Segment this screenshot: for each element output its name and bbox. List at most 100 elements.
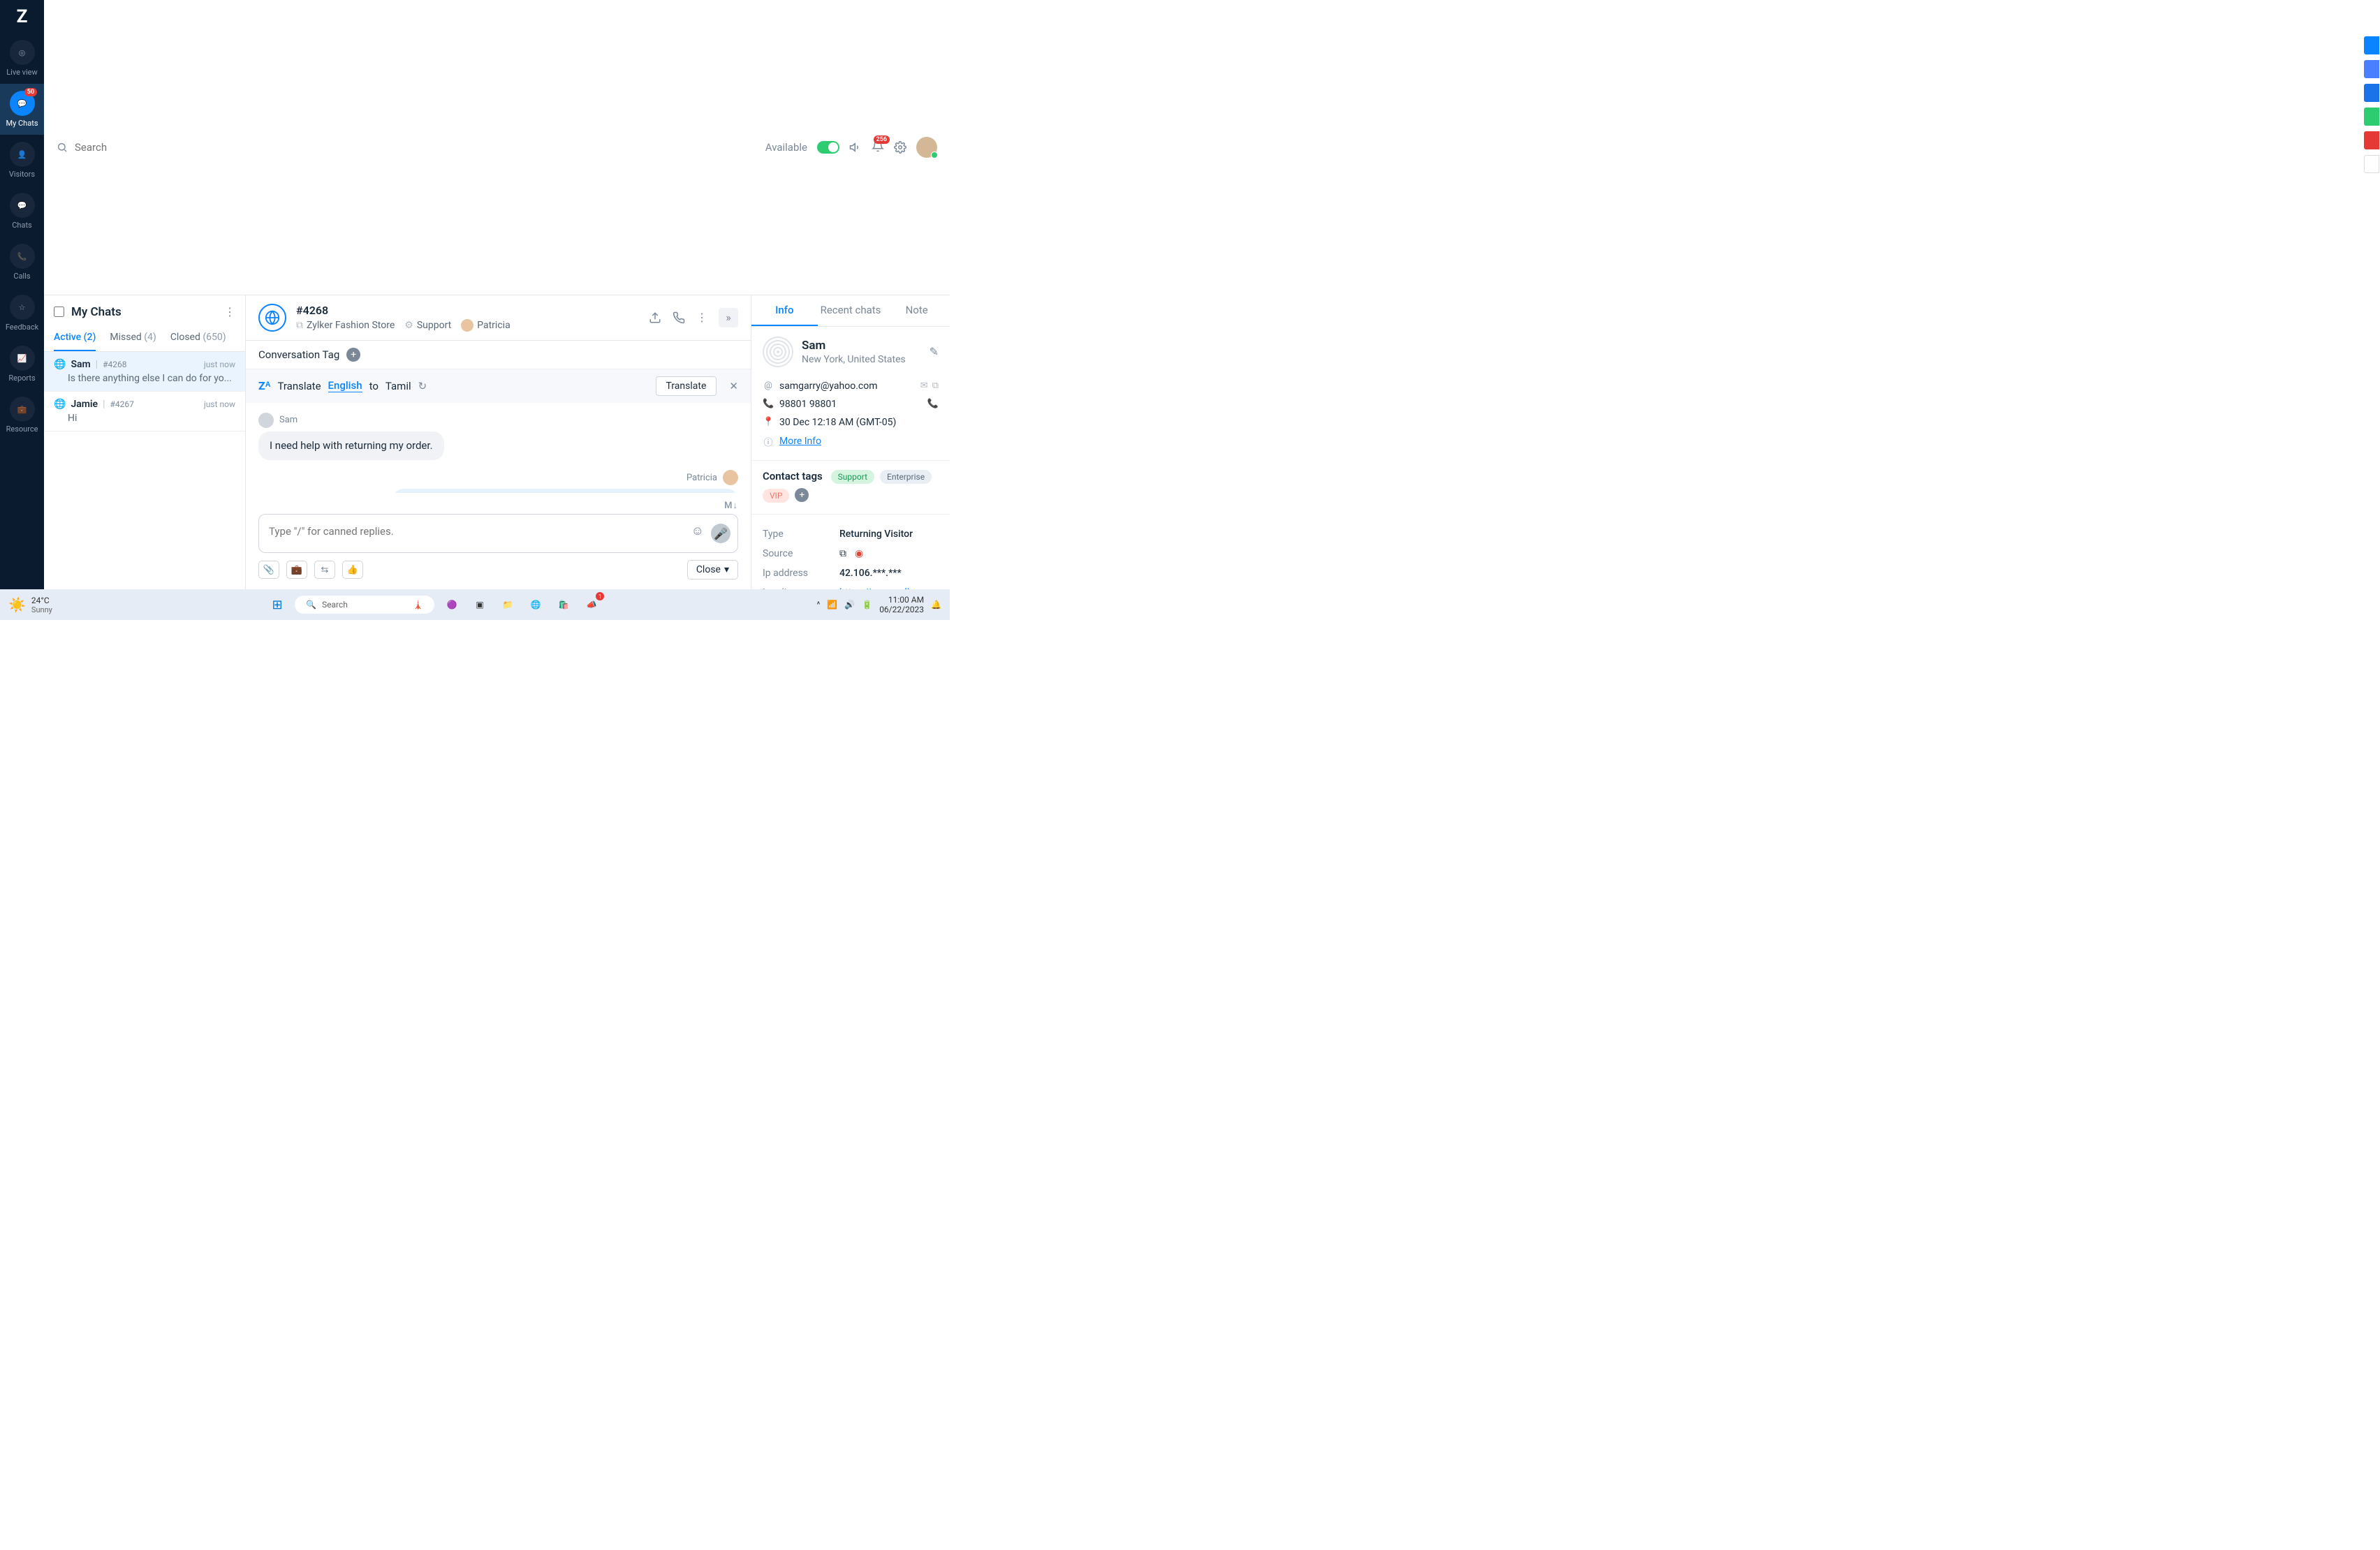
department-name: Support: [417, 320, 451, 331]
rail-apps-icon[interactable]: [2364, 155, 2379, 173]
left-sidebar: Z ◎ Live view 50 💬 My Chats 👤 Visitors 💬…: [0, 0, 44, 589]
user-avatar[interactable]: [916, 137, 937, 158]
sidebar-item-calls[interactable]: 📞 Calls: [0, 237, 44, 288]
clock-date: 06/22/2023: [879, 605, 924, 614]
tab-closed[interactable]: Closed (650): [170, 326, 226, 351]
file-explorer-icon[interactable]: 📁: [497, 594, 518, 615]
sidebar-label: Chats: [12, 221, 31, 230]
chat-preview: Hi: [68, 413, 235, 424]
thumbs-button[interactable]: 👍: [342, 561, 363, 579]
rail-app-2[interactable]: [2364, 84, 2379, 102]
tab-active[interactable]: Active (2): [54, 326, 96, 351]
message-input[interactable]: [269, 525, 703, 538]
chat-item[interactable]: 🌐 Jamie | #4267 just now Hi: [44, 392, 245, 431]
rail-app-1[interactable]: [2364, 60, 2379, 78]
sidebar-label: Live view: [6, 68, 38, 77]
tab-missed[interactable]: Missed (4): [110, 326, 156, 351]
translate-from[interactable]: English: [328, 379, 362, 392]
wifi-icon[interactable]: 📶: [827, 600, 837, 610]
copilot-icon[interactable]: 🟣: [441, 594, 462, 615]
refresh-icon[interactable]: ↻: [418, 380, 427, 392]
star-icon: ☆: [19, 303, 26, 312]
info-icon: ⓘ: [763, 435, 774, 448]
emoji-icon[interactable]: ☺: [691, 524, 704, 543]
tab-recent-chats[interactable]: Recent chats: [818, 295, 884, 326]
app-icon[interactable]: 📣1: [581, 594, 602, 615]
edge-icon[interactable]: 🌐: [525, 594, 546, 615]
markdown-indicator[interactable]: M↓: [258, 500, 738, 511]
contact-tags-label: Contact tags: [763, 470, 823, 482]
more-icon[interactable]: ⋮: [224, 305, 235, 318]
tag-support[interactable]: Support: [831, 470, 874, 484]
close-chat-button[interactable]: Close ▾: [687, 560, 738, 580]
chat-list-panel: My Chats ⋮ Active (2) Missed (4) Closed …: [44, 295, 246, 590]
sidebar-label: Visitors: [9, 170, 35, 179]
translate-to[interactable]: Tamil: [385, 380, 411, 392]
message-composer[interactable]: ☺ 🎤: [258, 514, 738, 553]
task-view-icon[interactable]: ▣: [469, 594, 490, 615]
call-icon[interactable]: 📞: [927, 399, 939, 409]
add-tag-button[interactable]: +: [346, 348, 360, 362]
rail-pulse-icon[interactable]: [2364, 36, 2379, 54]
sidebar-item-feedback[interactable]: ☆ Feedback: [0, 288, 44, 339]
search-input[interactable]: [75, 141, 284, 154]
tab-note[interactable]: Note: [883, 295, 950, 326]
tag-vip[interactable]: VIP: [763, 489, 789, 503]
chat-icon: 💬: [17, 99, 27, 108]
collapse-panel-button[interactable]: »: [719, 308, 738, 327]
transfer-button[interactable]: ⇆: [314, 561, 335, 579]
volume-tray-icon[interactable]: 🔊: [844, 600, 855, 610]
tag-enterprise[interactable]: Enterprise: [880, 470, 932, 484]
windows-start-button[interactable]: ⊞: [267, 594, 288, 615]
tab-info[interactable]: Info: [751, 295, 818, 326]
select-all-checkbox[interactable]: [54, 307, 64, 317]
more-icon[interactable]: ⋮: [696, 311, 707, 324]
windows-search[interactable]: 🔍 Search 🗼: [295, 596, 434, 614]
store-icon[interactable]: 🛍️: [553, 594, 574, 615]
sidebar-item-chats[interactable]: 💬 Chats: [0, 186, 44, 237]
briefcase-button[interactable]: 💼: [286, 561, 307, 579]
close-translate-icon[interactable]: ✕: [729, 380, 738, 392]
rail-app-4[interactable]: [2364, 131, 2379, 149]
conversation-id: #4268: [296, 304, 639, 317]
edit-icon[interactable]: ✎: [930, 345, 939, 358]
windows-taskbar: ☀️ 24°C Sunny ⊞ 🔍 Search 🗼 🟣 ▣ 📁 🌐 🛍️ 📣1…: [0, 589, 950, 620]
export-icon[interactable]: [649, 311, 661, 324]
sidebar-item-reports[interactable]: 📈 Reports: [0, 339, 44, 390]
message-bubble: I need help with returning my order.: [258, 431, 444, 461]
chat-list-title: My Chats: [71, 305, 217, 319]
mic-button[interactable]: 🎤: [711, 524, 730, 543]
sun-icon: ☀️: [8, 596, 26, 613]
volume-icon[interactable]: [849, 141, 862, 154]
more-info-link[interactable]: More Info: [779, 436, 821, 447]
at-icon: @: [763, 381, 774, 391]
globe-large-icon: [258, 304, 286, 332]
availability-toggle[interactable]: [817, 141, 839, 154]
sidebar-label: Calls: [13, 272, 30, 281]
chat-item[interactable]: 🌐 Sam | #4268 just now Is there anything…: [44, 352, 245, 392]
notification-tray-icon[interactable]: 🔔: [931, 600, 941, 610]
operator-avatar: [461, 319, 473, 332]
sidebar-item-resource[interactable]: 💼 Resource: [0, 390, 44, 441]
system-clock[interactable]: 11:00 AM 06/22/2023: [879, 595, 924, 615]
weather-temp: 24°C: [31, 596, 52, 605]
sidebar-item-visitors[interactable]: 👤 Visitors: [0, 135, 44, 186]
gear-icon[interactable]: [894, 141, 906, 154]
detail-value: Returning Visitor: [839, 529, 913, 540]
chart-icon: 📈: [17, 354, 27, 363]
sidebar-item-live-view[interactable]: ◎ Live view: [0, 33, 44, 84]
tray-chevron-icon[interactable]: ^: [816, 600, 820, 610]
attach-button[interactable]: 📎: [258, 561, 279, 579]
target-icon: ◎: [19, 48, 26, 57]
battery-icon[interactable]: 🔋: [862, 600, 872, 610]
sidebar-item-my-chats[interactable]: 50 💬 My Chats: [0, 84, 44, 135]
rail-app-3[interactable]: [2364, 108, 2379, 126]
copy-icon[interactable]: ⧉: [932, 381, 939, 391]
tab-label: Closed: [170, 332, 200, 343]
tab-count: (4): [144, 332, 156, 343]
mail-icon[interactable]: ✉: [920, 381, 928, 391]
app-logo[interactable]: Z: [0, 0, 44, 33]
phone-icon[interactable]: [673, 311, 685, 324]
translate-button[interactable]: Translate: [656, 376, 717, 396]
add-contact-tag-button[interactable]: +: [795, 488, 809, 502]
